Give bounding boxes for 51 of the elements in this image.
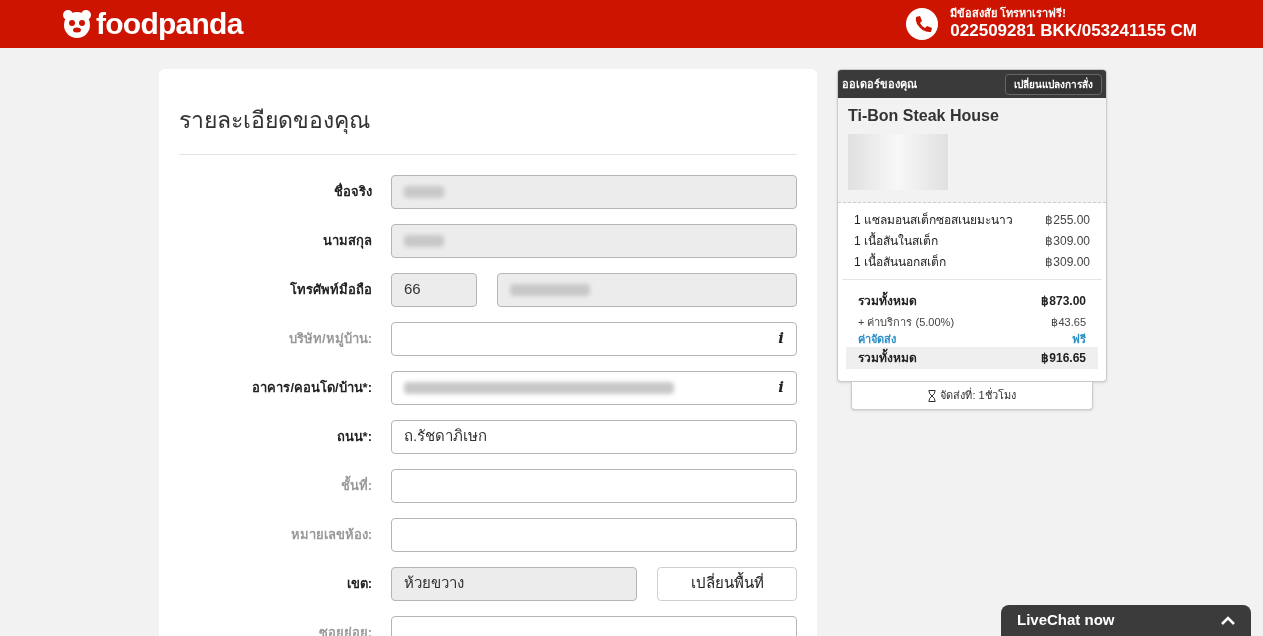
subtotal-label: รวมทั้งหมด <box>858 292 917 310</box>
order-item-name: 1 เนื้อสันนอกสเต็ก <box>854 253 947 271</box>
order-title: ออเดอร์ของคุณ <box>842 76 917 93</box>
form-title: รายละเอียดของคุณ <box>179 103 797 155</box>
phone-icon <box>906 8 939 40</box>
order-item-price: ฿309.00 <box>1045 233 1090 250</box>
order-item-price: ฿309.00 <box>1045 254 1090 271</box>
panda-logo-icon[interactable] <box>62 9 92 39</box>
blurred-text <box>404 185 444 198</box>
input-field[interactable] <box>391 174 797 209</box>
chevron-up-icon <box>1221 616 1235 625</box>
field-label: บริษัท/หมู่บ้าน: <box>288 329 372 349</box>
subtotal-value: ฿873.00 <box>1041 293 1086 310</box>
delivery-fee-value: ฟรี <box>1072 331 1086 347</box>
input-field[interactable] <box>391 468 797 503</box>
delivery-time: จัดส่งที่: 1ชั่วโมง <box>940 387 1016 404</box>
change-area-button[interactable]: เปลี่ยนพื้นที่ <box>657 566 797 601</box>
input-field[interactable] <box>391 223 797 258</box>
delivery-fee-label: ค่าจัดส่ง <box>858 331 896 347</box>
country-code-field[interactable]: 66 <box>391 272 477 307</box>
blurred-text <box>404 234 444 247</box>
field-label: ชั้นที่: <box>339 475 372 495</box>
brand-logo[interactable]: foodpanda <box>96 9 243 39</box>
field-label: หมายเลขห้อง: <box>289 525 372 544</box>
restaurant-name: Ti-Bon Steak House <box>848 106 1000 126</box>
hourglass-icon <box>928 389 937 402</box>
field-label: นามสกุล <box>322 231 372 251</box>
change-order-button[interactable]: เปลี่ยนแปลงการสั่ง <box>1005 73 1102 95</box>
input-field[interactable] <box>497 272 797 307</box>
help-text: มีข้อสงสัย โทรหาเราฟรี! <box>950 6 1068 21</box>
total-label: รวมทั้งหมด <box>858 349 917 367</box>
livechat-button[interactable]: LiveChat now <box>1001 605 1251 636</box>
field-label: โทรศัพท์มือถือ <box>289 280 372 299</box>
input-field[interactable]: i <box>391 321 797 356</box>
input-field[interactable] <box>391 517 797 552</box>
phone-number: 022509281 BKK/053241155 CM <box>950 20 1197 42</box>
input-field[interactable]: ถ.รัชดาภิเษก <box>391 419 797 454</box>
order-item-name: 1 เนื้อสันในสเต็ก <box>854 232 939 250</box>
info-icon[interactable]: i <box>778 380 784 395</box>
service-fee-label: + ค่าบริการ (5.00%) <box>858 315 955 330</box>
service-fee-value: ฿43.65 <box>1051 315 1086 330</box>
input-field[interactable]: i <box>391 370 797 405</box>
total-value: ฿916.65 <box>1041 350 1086 367</box>
info-icon[interactable]: i <box>778 331 784 346</box>
field-label: อาคาร/คอนโด/บ้าน*: <box>251 378 372 397</box>
field-label: เขต: <box>345 574 372 593</box>
order-item-price: ฿255.00 <box>1045 212 1090 229</box>
field-label: ถนน*: <box>335 427 372 446</box>
district-field[interactable]: ห้วยขวาง <box>391 566 637 601</box>
order-item-name: 1 แซลมอนสเต็กซอสเนยมะนาว <box>854 211 1014 229</box>
field-label: ชื่อจริง <box>333 181 372 201</box>
